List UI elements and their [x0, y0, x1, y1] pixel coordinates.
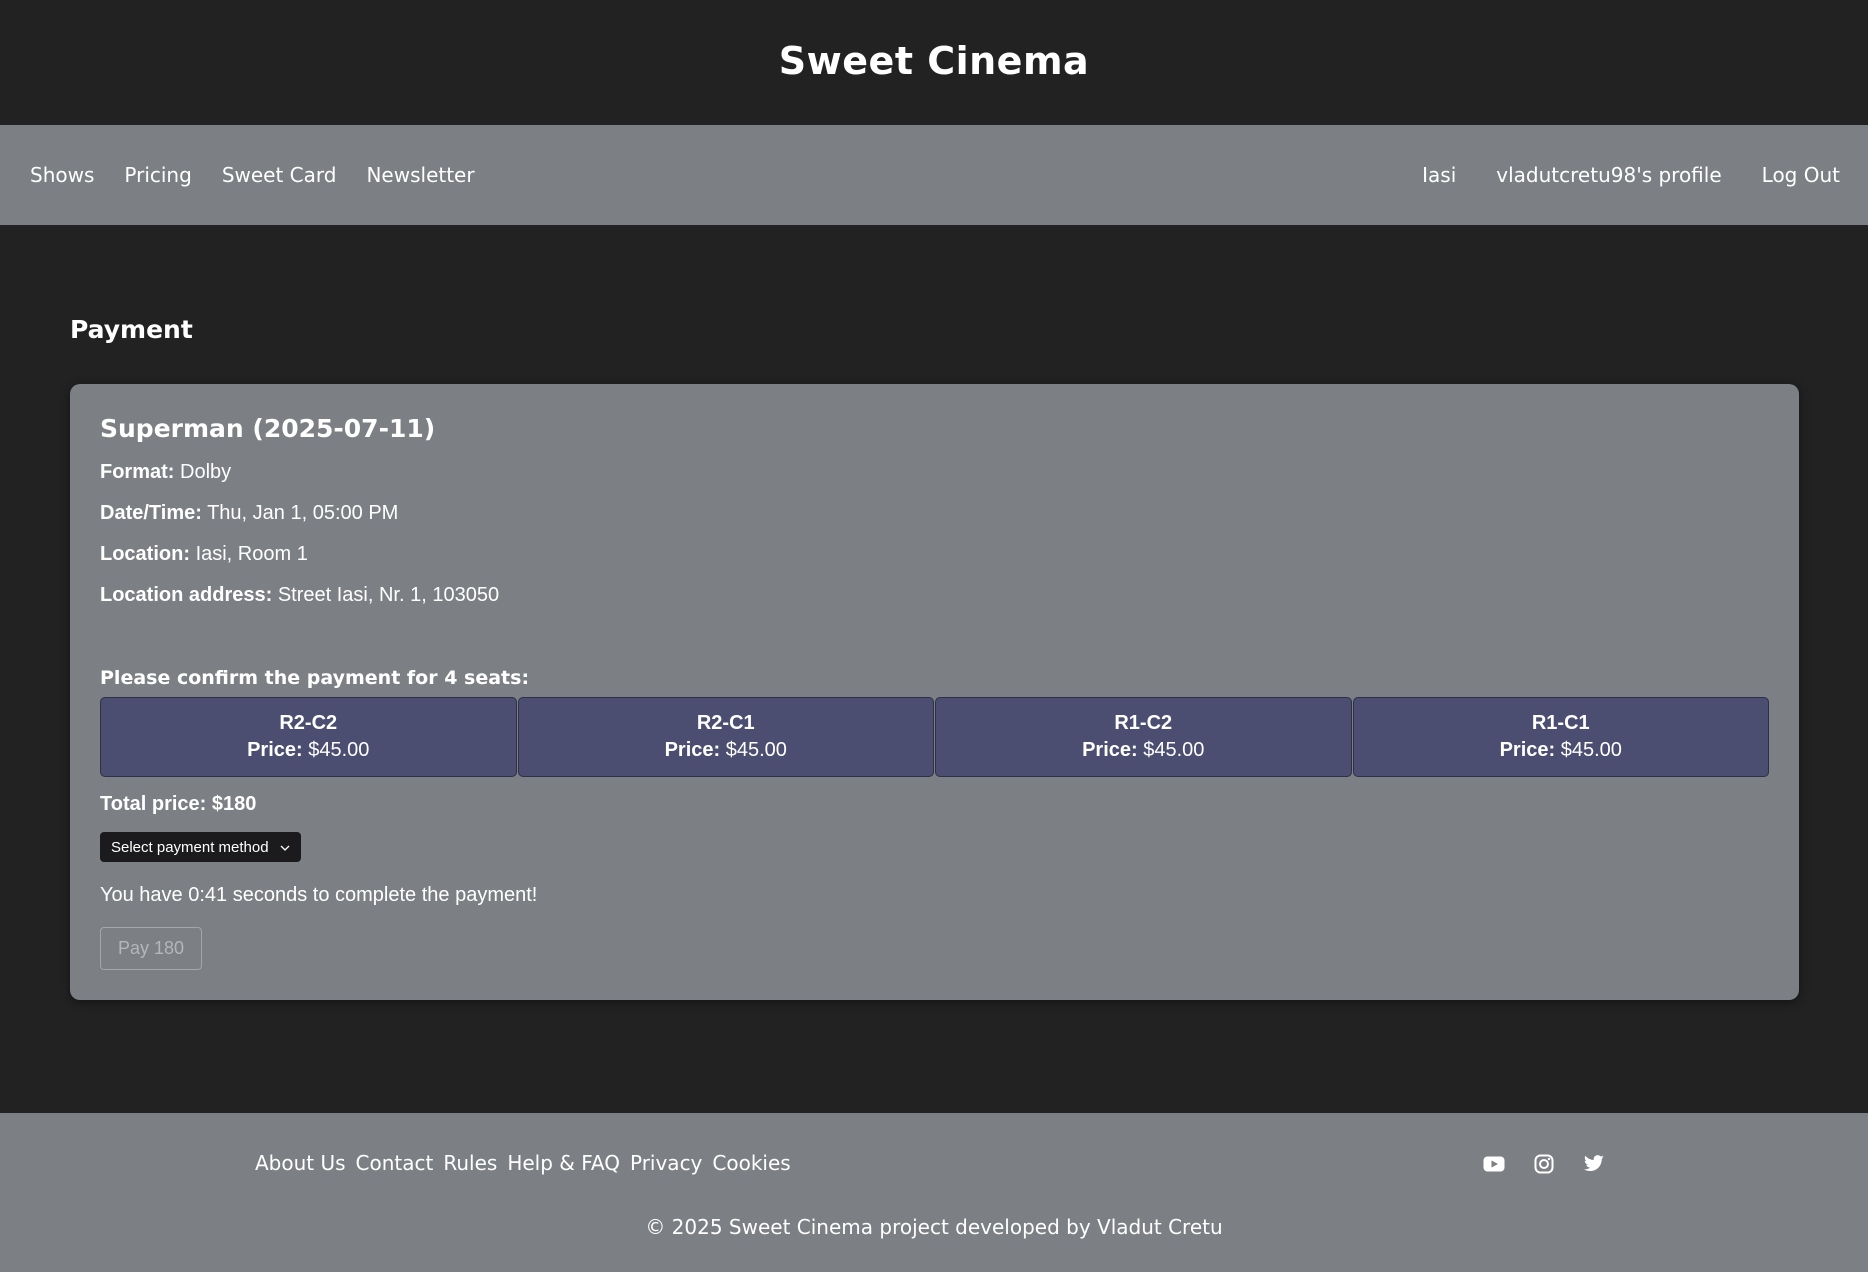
footer-link-rules[interactable]: Rules [443, 1151, 497, 1175]
seat-card: R2-C2 Price: $45.00 [100, 697, 517, 777]
nav-link-newsletter[interactable]: Newsletter [366, 163, 474, 187]
nav-right: Iasi vladutcretu98's profile Log Out [1382, 163, 1840, 187]
nav-link-logout[interactable]: Log Out [1762, 163, 1840, 187]
footer-link-help[interactable]: Help & FAQ [507, 1151, 620, 1175]
payment-method-select[interactable]: Select payment method [100, 832, 301, 862]
seats-row: R2-C2 Price: $45.00 R2-C1 Price: $45.00 … [100, 697, 1769, 777]
twitter-icon[interactable] [1581, 1151, 1607, 1177]
seat-code: R1-C2 [1114, 712, 1173, 734]
youtube-icon[interactable] [1481, 1151, 1507, 1177]
footer-links: About Us Contact Rules Help & FAQ Privac… [255, 1151, 801, 1175]
seat-price: Price: $45.00 [247, 739, 369, 762]
page-heading: Payment [70, 315, 193, 344]
site-footer: About Us Contact Rules Help & FAQ Privac… [0, 1113, 1868, 1272]
site-title: Sweet Cinema [778, 38, 1090, 83]
total-price: Total price: $180 [100, 793, 257, 815]
nav-left: Shows Pricing Sweet Card Newsletter [30, 163, 505, 187]
detail-format-label: Format: [100, 461, 175, 483]
seat-code: R1-C1 [1531, 712, 1590, 734]
detail-format-value: Dolby [180, 461, 232, 483]
seat-code: R2-C1 [696, 712, 755, 734]
confirm-text: Please confirm the payment for 4 seats: [100, 667, 530, 689]
detail-location-label: Location: [100, 543, 190, 565]
movie-title: Superman (2025-07-11) [100, 414, 436, 443]
footer-link-privacy[interactable]: Privacy [630, 1151, 702, 1175]
detail-format: Format: Dolby [100, 460, 1769, 484]
main-content: Payment Superman (2025-07-11) Format: Do… [0, 225, 1868, 1113]
nav-link-profile[interactable]: vladutcretu98's profile [1496, 163, 1721, 187]
timer-text: You have 0:41 seconds to complete the pa… [100, 884, 538, 906]
seat-card: R1-C2 Price: $45.00 [935, 697, 1352, 777]
seat-price-value: $45.00 [1143, 739, 1205, 761]
seat-price-label: Price: [664, 739, 721, 761]
footer-link-cookies[interactable]: Cookies [712, 1151, 790, 1175]
top-nav: Shows Pricing Sweet Card Newsletter Iasi… [0, 125, 1868, 225]
footer-link-about[interactable]: About Us [255, 1151, 346, 1175]
detail-location-value: Iasi, Room 1 [195, 543, 308, 565]
seat-price-label: Price: [1082, 739, 1138, 761]
detail-datetime-label: Date/Time: [100, 502, 202, 524]
payment-card: Superman (2025-07-11) Format: Dolby Date… [70, 384, 1799, 1000]
seat-price-label: Price: [247, 739, 303, 761]
copyright-text: © 2025 Sweet Cinema project developed by… [645, 1215, 1223, 1239]
chevron-down-icon [279, 841, 291, 853]
seat-price-value: $45.00 [1560, 739, 1622, 761]
detail-address-value: Street Iasi, Nr. 1, 103050 [277, 584, 500, 606]
nav-link-sweet-card[interactable]: Sweet Card [222, 163, 337, 187]
nav-link-city[interactable]: Iasi [1422, 163, 1456, 187]
instagram-icon[interactable] [1531, 1151, 1557, 1177]
seat-price-label: Price: [1499, 739, 1556, 761]
seat-card: R2-C1 Price: $45.00 [517, 697, 934, 777]
detail-address: Location address: Street Iasi, Nr. 1, 10… [100, 583, 1769, 607]
footer-link-contact[interactable]: Contact [356, 1151, 434, 1175]
seat-price: Price: $45.00 [1082, 739, 1204, 762]
seat-price: Price: $45.00 [665, 739, 787, 762]
seat-price-value: $45.00 [725, 739, 787, 761]
payment-method-selected: Select payment method [111, 838, 269, 856]
seat-price: Price: $45.00 [1500, 739, 1622, 762]
seat-card: R1-C1 Price: $45.00 [1352, 697, 1769, 777]
detail-datetime-value: Thu, Jan 1, 05:00 PM [207, 502, 399, 524]
nav-link-pricing[interactable]: Pricing [124, 163, 191, 187]
social-links [1481, 1151, 1631, 1177]
seat-price-value: $45.00 [308, 739, 370, 761]
detail-datetime: Date/Time: Thu, Jan 1, 05:00 PM [100, 501, 1769, 525]
seat-code: R2-C2 [279, 712, 338, 734]
detail-location: Location: Iasi, Room 1 [100, 542, 1769, 566]
site-header: Sweet Cinema [0, 0, 1868, 125]
nav-link-shows[interactable]: Shows [30, 163, 94, 187]
detail-address-label: Location address: [100, 584, 273, 606]
pay-button[interactable]: Pay 180 [100, 927, 203, 970]
